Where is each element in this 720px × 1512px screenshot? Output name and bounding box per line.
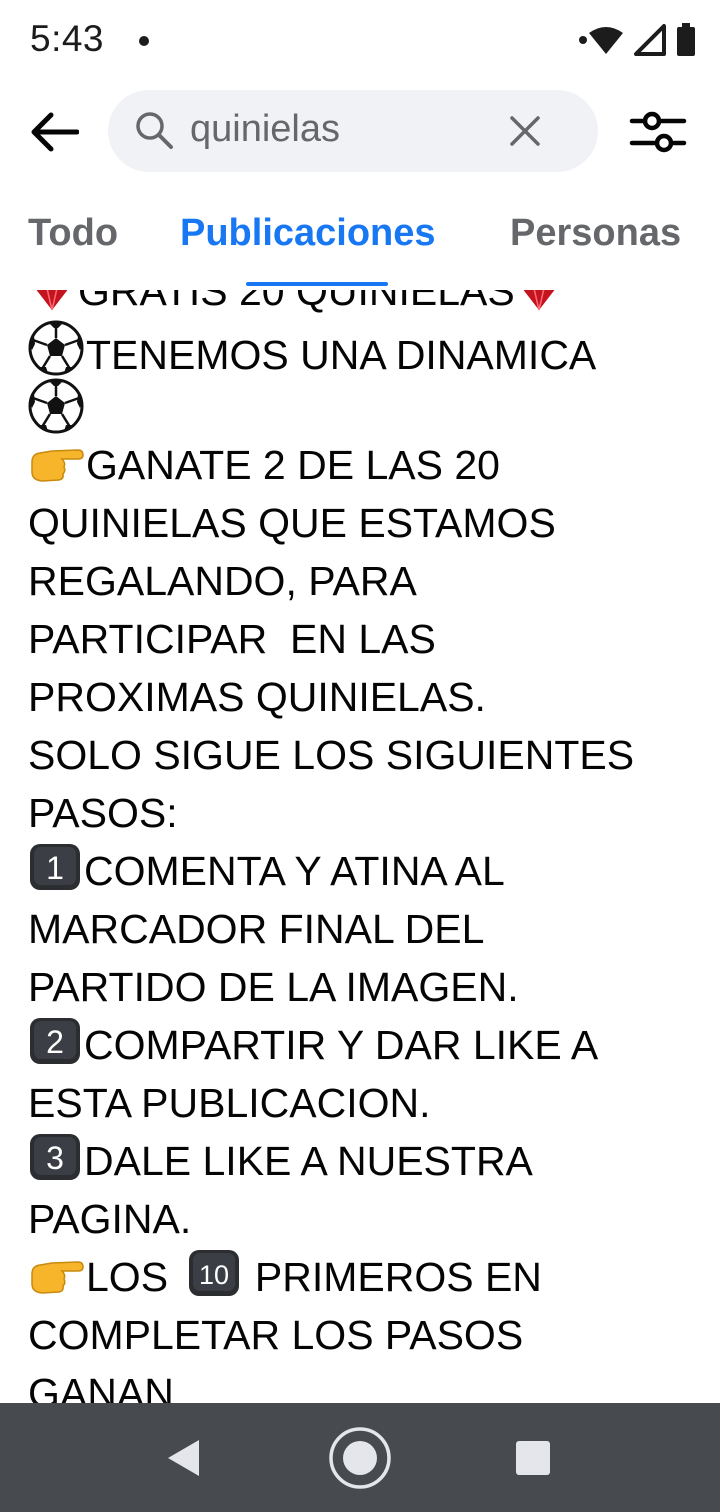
keycap-icon: 2 [30, 1018, 80, 1064]
post-line: LOS 10 PRIMEROS EN [28, 1248, 698, 1306]
nav-back-icon [168, 1440, 199, 1476]
post-line: MARCADOR FINAL DEL [28, 906, 485, 952]
nav-recent-apps-button[interactable] [500, 1425, 566, 1491]
soccer-ball-icon [28, 378, 84, 434]
status-icons [578, 22, 696, 58]
filter-icon[interactable] [628, 108, 688, 156]
keycap-icon: 10 [189, 1250, 240, 1296]
svg-text:1: 1 [46, 850, 64, 886]
post-line-text: PRIMEROS EN [254, 1254, 542, 1300]
post-line-text: TENEMOS UNA DINAMICA [86, 332, 597, 378]
post-line: QUINIELAS QUE ESTAMOS [28, 500, 556, 546]
search-bar-row: quinielas [0, 90, 720, 172]
search-query-text: quinielas [190, 108, 340, 150]
post-text: GRATIS 20 QUINIELAS TENEMOS UNA DINAMICA… [28, 290, 698, 1403]
pointing-hand-icon [31, 1261, 84, 1294]
notification-dot [139, 36, 149, 46]
pointing-hand-icon [31, 449, 84, 482]
svg-text:2: 2 [46, 1024, 64, 1060]
back-button[interactable] [26, 104, 82, 160]
post-line: ESTA PUBLICACION. [28, 1080, 431, 1126]
diamond-icon [523, 290, 555, 311]
active-tab-indicator [246, 282, 388, 286]
post-line: 2 COMPARTIR Y DAR LIKE A [28, 1016, 698, 1074]
back-arrow-icon [31, 112, 79, 152]
post-line: PAGINA. [28, 1196, 192, 1242]
keycap-icon: 1 [30, 844, 80, 890]
svg-text:10: 10 [199, 1260, 229, 1290]
status-bar: 5:43 [0, 0, 720, 84]
tab-personas[interactable]: Personas [510, 212, 681, 255]
battery-icon [677, 23, 695, 56]
post-line-text: GANATE 2 DE LAS 20 [86, 442, 500, 488]
post-line: 1 COMENTA Y ATINA AL [28, 842, 698, 900]
nav-home-icon [329, 1427, 391, 1489]
post-line: 3 DALE LIKE A NUESTRA [28, 1132, 698, 1190]
post-line: GANATE 2 DE LAS 20 [28, 436, 698, 494]
post-line-text: COMPARTIR Y DAR LIKE A [84, 1022, 599, 1068]
svg-text:3: 3 [46, 1140, 64, 1176]
post-content: GRATIS 20 QUINIELAS TENEMOS UNA DINAMICA… [0, 290, 720, 1403]
status-time: 5:43 [30, 18, 105, 59]
clear-icon[interactable] [508, 114, 542, 148]
post-line-text: LOS [86, 1254, 169, 1300]
post-line: GRATIS 20 QUINIELAS [28, 290, 698, 320]
post-line: PARTICIPAR EN LAS [28, 616, 436, 662]
post-line-text: DALE LIKE A NUESTRA [84, 1138, 533, 1184]
search-input[interactable]: quinielas [108, 90, 598, 172]
system-nav-bar [0, 1403, 720, 1512]
post-line: PASOS: [28, 790, 178, 836]
post-line: TENEMOS UNA DINAMICA [28, 320, 698, 378]
post-line: PARTIDO DE LA IMAGEN. [28, 964, 519, 1010]
keycap-icon: 3 [30, 1134, 80, 1180]
search-tabs: Todo Publicaciones Personas [0, 212, 720, 290]
nav-recent-icon [516, 1441, 550, 1475]
tab-todo[interactable]: Todo [28, 212, 118, 255]
post-line: COMPLETAR LOS PASOS [28, 1312, 524, 1358]
post-line: SOLO SIGUE LOS SIGUIENTES [28, 732, 635, 778]
post-line-text: COMENTA Y ATINA AL [84, 848, 505, 894]
diamond-icon [36, 290, 68, 311]
search-icon [136, 112, 173, 149]
soccer-ball-icon [28, 320, 84, 376]
nav-back-button[interactable] [150, 1425, 216, 1491]
post-line [28, 378, 698, 436]
post-line: PROXIMAS QUINIELAS. [28, 674, 486, 720]
tab-publicaciones[interactable]: Publicaciones [180, 212, 436, 255]
nav-home-button[interactable] [327, 1425, 393, 1491]
signal-icon [634, 24, 666, 56]
wifi-icon [579, 27, 623, 54]
post-line: REGALANDO, PARA [28, 558, 417, 604]
post-line-text: GRATIS 20 QUINIELAS [78, 290, 515, 314]
post-line: GANAN [28, 1370, 174, 1403]
